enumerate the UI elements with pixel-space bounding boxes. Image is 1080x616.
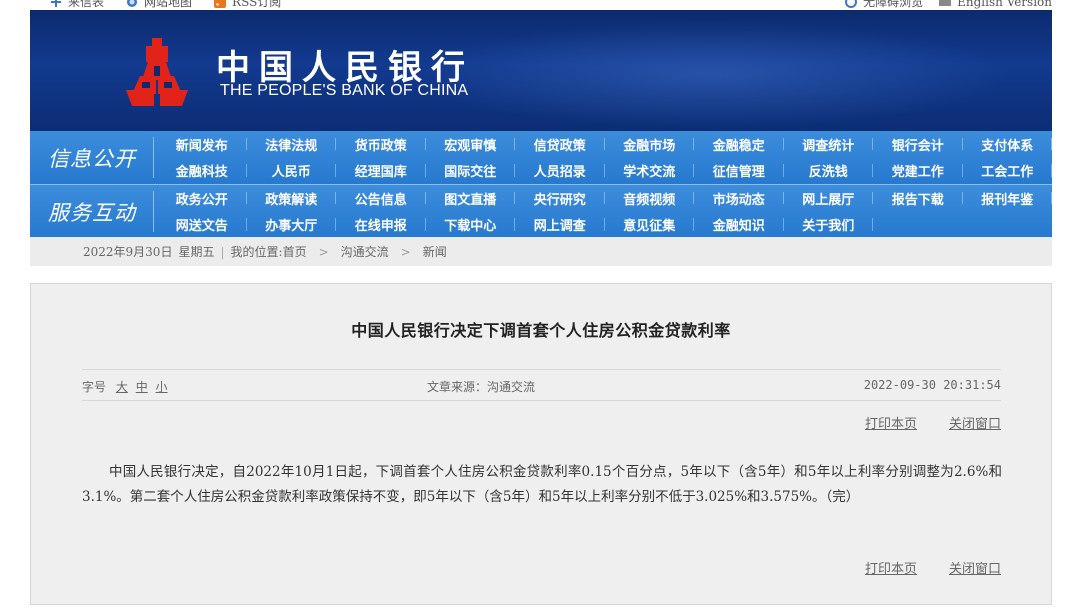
close-window-button[interactable]: 关闭窗口 bbox=[949, 558, 1001, 577]
nav-link[interactable]: 金融科技 bbox=[157, 157, 247, 184]
english-version-link[interactable]: English Version bbox=[939, 0, 1052, 9]
nav-link[interactable]: 法律法规 bbox=[247, 131, 337, 157]
nav-link[interactable]: 工会工作 bbox=[963, 157, 1053, 184]
nav-link[interactable]: 学术交流 bbox=[605, 157, 695, 184]
nav-link[interactable]: 网上调查 bbox=[515, 211, 605, 238]
nav-link[interactable]: 人员招录 bbox=[515, 157, 605, 184]
nav-link[interactable]: 报刊年鉴 bbox=[963, 185, 1053, 211]
nav-row-service-interaction: 服务互动 政务公开 政策解读 公告信息 图文直播 央行研究 音频视频 市场动态 … bbox=[30, 184, 1052, 238]
plus-icon bbox=[51, 0, 61, 7]
nav-link[interactable]: 金融稳定 bbox=[694, 131, 784, 157]
nav-link[interactable]: 新闻发布 bbox=[157, 131, 247, 157]
pboc-logo-icon[interactable] bbox=[126, 38, 188, 106]
top-utility-bar: 来信表 网站地图 RSS订阅 无障碍浏览 English Version bbox=[0, 0, 1080, 9]
location-label: 我的位置: bbox=[230, 245, 283, 259]
nav-link[interactable]: 银行会计 bbox=[873, 131, 963, 157]
feedback-link[interactable]: 来信表 bbox=[50, 0, 104, 10]
breadcrumb-section[interactable]: 沟通交流 bbox=[341, 243, 389, 260]
font-size-small-button[interactable]: 小 bbox=[156, 380, 168, 394]
article-source: 文章来源：沟通交流 bbox=[427, 380, 536, 394]
article-meta-bar: 字号 大 中 小 文章来源：沟通交流 2022-09-30 20:31:54 bbox=[82, 369, 1001, 401]
nav-link[interactable]: 市场动态 bbox=[694, 185, 784, 211]
current-date: 2022年9月30日 bbox=[83, 245, 173, 259]
nav-link[interactable]: 金融市场 bbox=[605, 131, 695, 157]
article-body: 中国人民银行决定，自2022年10月1日起，下调首套个人住房公积金贷款利率0.1… bbox=[82, 464, 1002, 505]
accessibility-icon bbox=[845, 0, 858, 8]
nav-link[interactable]: 图文直播 bbox=[426, 185, 516, 211]
rss-link[interactable]: RSS订阅 bbox=[214, 0, 281, 10]
font-size-label: 字号 bbox=[82, 380, 107, 394]
nav-link[interactable]: 人民币 bbox=[247, 157, 337, 184]
nav-link[interactable]: 音频视频 bbox=[605, 185, 695, 211]
nav-link[interactable]: 在线申报 bbox=[336, 211, 426, 238]
print-page-button[interactable]: 打印本页 bbox=[865, 558, 917, 577]
font-size-medium-button[interactable]: 中 bbox=[136, 380, 148, 394]
nav-link[interactable]: 反洗钱 bbox=[784, 157, 874, 184]
nav-link[interactable]: 支付体系 bbox=[963, 131, 1053, 157]
nav-link[interactable]: 下载中心 bbox=[426, 211, 516, 238]
breadcrumb: 2022年9月30日 星期五 | 我的位置: 首页 > 沟通交流 > 新闻 bbox=[30, 237, 1052, 266]
article-tools-bottom: 打印本页 关闭窗口 bbox=[865, 558, 1001, 577]
nav-link[interactable]: 党建工作 bbox=[873, 157, 963, 184]
nav-link[interactable]: 金融知识 bbox=[694, 211, 784, 238]
nav-link[interactable]: 关于我们 bbox=[784, 211, 874, 238]
main-navigation: 信息公开 新闻发布 法律法规 货币政策 宏观审慎 信贷政策 金融市场 金融稳定 … bbox=[30, 131, 1052, 238]
site-banner: 中国人民银行 THE PEOPLE'S BANK OF CHINA bbox=[30, 10, 1052, 131]
breadcrumb-separator-icon: > bbox=[400, 244, 411, 259]
close-window-button[interactable]: 关闭窗口 bbox=[949, 413, 1001, 432]
breadcrumb-current: 新闻 bbox=[422, 245, 447, 259]
nav-link[interactable]: 公告信息 bbox=[336, 185, 426, 211]
nav-link[interactable]: 央行研究 bbox=[515, 185, 605, 211]
accessibility-link[interactable]: 无障碍浏览 bbox=[845, 0, 923, 10]
nav-link[interactable]: 信贷政策 bbox=[515, 131, 605, 157]
article-title: 中国人民银行决定下调首套个人住房公积金贷款利率 bbox=[351, 321, 731, 340]
nav-link[interactable]: 国际交往 bbox=[426, 157, 516, 184]
nav-link[interactable]: 调查统计 bbox=[784, 131, 874, 157]
font-size-controls: 字号 大 中 小 bbox=[82, 378, 168, 395]
print-page-button[interactable]: 打印本页 bbox=[865, 413, 917, 432]
nav-link-empty bbox=[963, 211, 1053, 238]
sitemap-link[interactable]: 网站地图 bbox=[126, 0, 192, 10]
keyboard-icon bbox=[939, 0, 952, 6]
nav-link-empty bbox=[873, 211, 963, 238]
globe-icon bbox=[127, 0, 138, 7]
nav-link[interactable]: 宏观审慎 bbox=[426, 131, 516, 157]
nav-link[interactable]: 报告下载 bbox=[873, 185, 963, 211]
breadcrumb-home[interactable]: 首页 bbox=[283, 243, 307, 260]
nav-link[interactable]: 政策解读 bbox=[247, 185, 337, 211]
logo-english-name: THE PEOPLE'S BANK OF CHINA bbox=[220, 82, 469, 99]
nav-link[interactable]: 征信管理 bbox=[694, 157, 784, 184]
nav-link[interactable]: 办事大厅 bbox=[247, 211, 337, 238]
font-size-large-button[interactable]: 大 bbox=[116, 380, 128, 394]
nav-link[interactable]: 政务公开 bbox=[157, 185, 247, 211]
nav-category-info-disclosure[interactable]: 信息公开 bbox=[30, 131, 154, 184]
nav-link[interactable]: 意见征集 bbox=[605, 211, 695, 238]
nav-link[interactable]: 经理国库 bbox=[336, 157, 426, 184]
breadcrumb-separator-icon: > bbox=[318, 244, 329, 259]
rss-icon bbox=[214, 0, 227, 8]
current-weekday: 星期五 bbox=[178, 245, 215, 259]
banner-glow bbox=[410, 20, 1010, 130]
nav-category-service-interaction[interactable]: 服务互动 bbox=[30, 185, 154, 238]
nav-row-info-disclosure: 信息公开 新闻发布 法律法规 货币政策 宏观审慎 信贷政策 金融市场 金融稳定 … bbox=[30, 131, 1052, 184]
nav-link[interactable]: 网送文告 bbox=[157, 211, 247, 238]
article-panel: 中国人民银行决定下调首套个人住房公积金贷款利率 字号 大 中 小 文章来源：沟通… bbox=[30, 283, 1052, 605]
nav-link[interactable]: 网上展厅 bbox=[784, 185, 874, 211]
nav-link[interactable]: 货币政策 bbox=[336, 131, 426, 157]
article-timestamp: 2022-09-30 20:31:54 bbox=[863, 378, 1001, 392]
article-tools-top: 打印本页 关闭窗口 bbox=[865, 413, 1001, 432]
divider: | bbox=[220, 244, 225, 259]
